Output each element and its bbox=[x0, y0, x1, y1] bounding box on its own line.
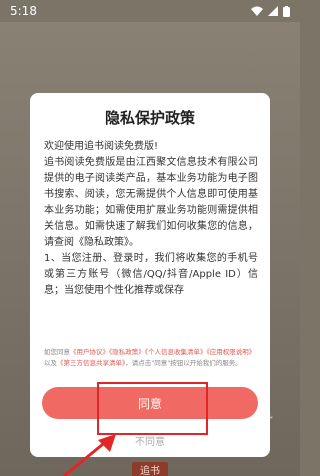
highlight-box bbox=[97, 382, 208, 435]
personal-info-list-link[interactable]: 《个人信息收集清单》 bbox=[145, 348, 207, 356]
intro-paragraph: 追书阅读免费版是由江西聚文信息技术有限公司提供的电子阅读类产品，基本业务功能为电… bbox=[44, 157, 258, 248]
status-bar: 5:18 bbox=[0, 0, 300, 22]
pointer-arrow-icon bbox=[63, 434, 116, 476]
battery-icon bbox=[283, 5, 290, 17]
agreement-notice: 如您同意《用户协议》《隐私政策》《个人信息收集清单》《应用权限说明》以及《第三方… bbox=[44, 347, 258, 369]
dialog-title: 隐私保护政策 bbox=[104, 109, 195, 127]
status-icons bbox=[251, 5, 290, 17]
collection-paragraph: 1、当您注册、登录时，我们将收集您的手机号或第三方账号（微信/QQ/抖音/App… bbox=[44, 253, 258, 296]
user-agreement-link[interactable]: 《用户协议》 bbox=[70, 348, 109, 356]
welcome-text: 欢迎使用追书阅读免费版! bbox=[44, 141, 159, 152]
privacy-policy-link[interactable]: 《隐私政策》 bbox=[109, 348, 145, 356]
agreement-suffix: ，请点击"同意"按钮以开始我们的服务。 bbox=[125, 359, 242, 367]
agreement-prefix: 如您同意 bbox=[44, 348, 70, 356]
signal-icon bbox=[268, 6, 278, 16]
wifi-icon bbox=[251, 6, 263, 16]
agreement-and: 以及 bbox=[44, 359, 57, 367]
third-party-sharing-link[interactable]: 《第三方信息共享清单》 bbox=[57, 359, 125, 367]
app-permissions-link[interactable]: 《应用权限说明》 bbox=[207, 348, 256, 356]
text-fade bbox=[44, 323, 258, 345]
status-time: 5:18 bbox=[10, 4, 37, 18]
bottom-tab-partial: 追书 bbox=[132, 462, 168, 476]
privacy-policy-text[interactable]: 欢迎使用追书阅读免费版! 追书阅读免费版是由江西聚文信息技术有限公司提供的电子阅… bbox=[44, 139, 258, 344]
